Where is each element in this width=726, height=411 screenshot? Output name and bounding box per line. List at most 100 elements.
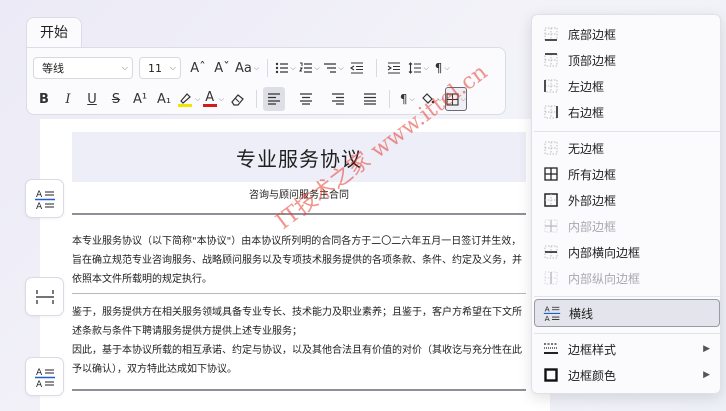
increase-indent-button[interactable] xyxy=(383,56,405,80)
shrink-font-button[interactable]: Aˇ xyxy=(211,56,233,80)
subscript-icon: A₁ xyxy=(156,91,172,107)
align-right-button[interactable] xyxy=(327,87,349,111)
horizontal-rule xyxy=(72,293,526,294)
menu-item-border-inside-horizontal[interactable]: 内部横向边框 xyxy=(534,239,720,265)
borders-button[interactable]: ⌵ xyxy=(444,87,467,111)
chevron-down-icon: ⌵ xyxy=(195,94,201,103)
horizontal-line-style-button-2[interactable]: AA xyxy=(25,357,64,396)
menu-item-horizontal-line[interactable]: AA 横线 xyxy=(534,299,720,327)
text-direction-button[interactable]: ¶ ⌵ xyxy=(431,56,453,80)
svg-text:A: A xyxy=(545,314,550,322)
decrease-indent-button[interactable] xyxy=(346,56,368,80)
underline-button[interactable]: U xyxy=(81,87,103,111)
menu-item-border-bottom[interactable]: 底部边框 xyxy=(534,21,720,47)
change-case-button[interactable]: Aa ⌵ xyxy=(235,56,259,80)
divider xyxy=(376,59,378,77)
menu-item-border-all[interactable]: 所有边框 xyxy=(534,161,720,187)
font-name-value: 等线 xyxy=(42,62,64,75)
menu-item-label: 顶部边框 xyxy=(568,53,617,68)
menu-item-label: 边框样式 xyxy=(568,342,617,357)
increase-indent-icon xyxy=(387,62,401,74)
grow-font-button[interactable]: Aˆ xyxy=(187,56,209,80)
chevron-down-icon: ⌵ xyxy=(121,63,128,72)
bold-button[interactable]: B xyxy=(33,87,55,111)
menu-item-border-top[interactable]: 顶部边框 xyxy=(534,47,720,73)
border-inside-vertical-icon xyxy=(544,271,558,285)
line-spacing-button[interactable]: ⌵ xyxy=(407,56,429,80)
paragraph-whereas[interactable]: 鉴于，服务提供方在相关服务领域具备专业专长、技术能力及职业素养；且鉴于，客户方希… xyxy=(72,303,528,341)
menu-item-border-style[interactable]: 边框样式 ▶ xyxy=(534,336,720,362)
line-spacing-icon xyxy=(408,62,421,74)
menu-item-label: 外部边框 xyxy=(568,193,617,208)
menu-item-label: 横线 xyxy=(569,306,594,321)
horizontal-rule xyxy=(72,213,526,215)
menu-item-label: 右边框 xyxy=(568,105,605,120)
svg-text:A: A xyxy=(545,304,550,313)
chevron-down-icon: ⌵ xyxy=(409,94,415,103)
numbered-list-icon xyxy=(298,62,312,73)
paragraph-intro[interactable]: 本专业服务协议（以下简称"本协议"）由本协议所列明的合同各方于二〇二六年五月一日… xyxy=(72,232,528,289)
menu-item-border-right[interactable]: 右边框 xyxy=(534,99,720,125)
justify-button[interactable] xyxy=(359,87,381,111)
menu-item-label: 所有边框 xyxy=(568,167,617,182)
multilevel-list-button[interactable]: ⌵ xyxy=(322,56,344,80)
justify-icon xyxy=(364,93,377,105)
paragraph-marks-button[interactable]: ¶ ⌵ xyxy=(396,87,418,111)
border-inside-horizontal-icon xyxy=(544,245,558,259)
strikethrough-button[interactable]: S xyxy=(105,87,127,111)
border-bottom-icon xyxy=(544,27,558,41)
border-outside-icon xyxy=(544,193,558,207)
subscript-button[interactable]: A₁ xyxy=(153,87,175,111)
clear-formatting-button[interactable] xyxy=(226,87,248,111)
horizontal-line-icon: AA xyxy=(34,190,55,210)
numbered-list-button[interactable]: ⌵ xyxy=(298,56,320,80)
strikethrough-icon: S xyxy=(111,91,121,107)
align-left-button[interactable] xyxy=(263,87,286,111)
border-style-icon xyxy=(544,343,558,354)
menu-item-border-inside: 内部边框 xyxy=(534,213,720,239)
svg-text:A: A xyxy=(36,190,43,200)
align-center-button[interactable] xyxy=(295,87,317,111)
horizontal-line-style-button[interactable]: AA xyxy=(25,179,64,218)
align-left-icon xyxy=(268,93,281,105)
horizontal-line-icon: AA xyxy=(543,304,561,322)
svg-text:A: A xyxy=(36,380,43,388)
document-title[interactable]: 专业服务协议 xyxy=(72,132,526,182)
menu-divider xyxy=(534,131,720,132)
tab-home[interactable]: 开始 xyxy=(26,17,82,48)
border-right-icon xyxy=(544,105,558,119)
bullet-list-button[interactable]: ⌵ xyxy=(274,56,296,80)
border-inside-icon xyxy=(544,219,558,233)
underline-icon: U xyxy=(87,91,97,107)
svg-text:A: A xyxy=(36,202,43,210)
ribbon-toolbar: 等线 ⌵ 11 ⌵ Aˆ Aˇ Aa ⌵ ⌵ ⌵ ⌵ ⌵ ¶ ⌵ B I U S… xyxy=(26,47,506,115)
menu-item-border-color[interactable]: 边框颜色 ▶ xyxy=(534,362,720,388)
superscript-button[interactable]: A¹ xyxy=(129,87,151,111)
chevron-down-icon: ⌵ xyxy=(423,63,429,72)
shading-button[interactable]: ⌵ xyxy=(420,87,443,111)
align-center-icon xyxy=(300,93,313,105)
chevron-down-icon: ⌵ xyxy=(169,63,176,72)
border-none-icon xyxy=(544,141,558,155)
document-subtitle[interactable]: 咨询与顾问服务主合同 xyxy=(72,186,526,201)
chevron-down-icon: ⌵ xyxy=(460,94,466,103)
font-name-select[interactable]: 等线 ⌵ xyxy=(33,57,133,79)
border-top-icon xyxy=(544,53,558,67)
menu-item-label: 无边框 xyxy=(568,141,605,156)
italic-button[interactable]: I xyxy=(57,87,79,111)
superscript-icon: A¹ xyxy=(132,91,148,107)
menu-item-border-left[interactable]: 左边框 xyxy=(534,73,720,99)
divider xyxy=(389,90,391,108)
menu-item-border-outside[interactable]: 外部边框 xyxy=(534,187,720,213)
menu-item-border-none[interactable]: 无边框 xyxy=(534,135,720,161)
border-color-icon xyxy=(544,368,558,382)
font-color-button[interactable]: A ⌵ xyxy=(202,87,224,111)
font-size-select[interactable]: 11 ⌵ xyxy=(139,57,181,79)
borders-dropdown-menu: 底部边框 顶部边框 左边框 右边框 无边框 所有边框 外部边框 内部边框 内部横… xyxy=(531,14,721,394)
pilcrow-icon: ¶ xyxy=(399,92,408,106)
insert-divider-button[interactable] xyxy=(25,277,64,316)
chevron-down-icon: ⌵ xyxy=(437,94,443,103)
highlight-button[interactable]: ⌵ xyxy=(177,87,200,111)
paragraph-therefore[interactable]: 因此，基于本协议所载的相互承诺、约定与协议，以及其他合法且有价值的对价（其收讫与… xyxy=(72,341,528,379)
menu-divider xyxy=(534,296,720,297)
